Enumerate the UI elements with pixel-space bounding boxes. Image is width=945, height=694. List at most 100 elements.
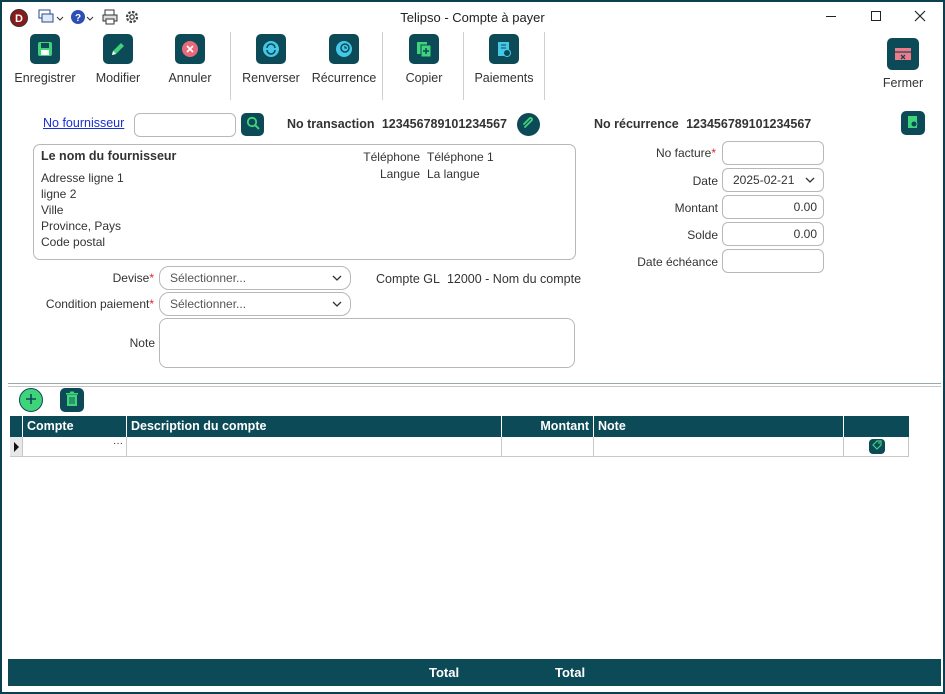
address-line: Ville xyxy=(41,203,64,217)
exit-icon xyxy=(887,38,919,70)
reverse-button[interactable]: Renverser xyxy=(236,34,306,85)
gl-account-value: 12000 - Nom du compte xyxy=(446,272,582,286)
supplier-address: Adresse ligne 1 ligne 2 Ville Province, … xyxy=(41,170,124,250)
recurrence-lookup-button[interactable] xyxy=(901,111,925,135)
transaction-number: No transaction 123456789101234567 xyxy=(287,117,507,131)
currency-placeholder: Sélectionner... xyxy=(170,271,247,285)
title-bar: D ? Telipso - Compte à payer xyxy=(2,2,943,32)
delete-row-button[interactable] xyxy=(60,388,84,412)
column-header-compte[interactable]: Compte xyxy=(23,416,127,437)
note-textarea[interactable] xyxy=(159,318,575,368)
address-line: Adresse ligne 1 xyxy=(41,171,124,185)
address-line: Code postal xyxy=(41,235,106,249)
close-form-button[interactable]: Fermer xyxy=(868,38,938,90)
close-window-button[interactable] xyxy=(897,2,943,32)
payments-label: Paiements xyxy=(474,71,534,85)
column-header-montant[interactable]: Montant xyxy=(502,416,594,437)
language-value: La langue xyxy=(427,167,480,181)
recurrence-icon xyxy=(329,34,359,64)
chevron-down-icon xyxy=(332,272,342,286)
edit-transaction-button[interactable] xyxy=(517,113,540,136)
required-marker: * xyxy=(711,146,716,160)
save-icon xyxy=(30,34,60,64)
column-header-description[interactable]: Description du compte xyxy=(127,416,502,437)
recurrence-label: No récurrence xyxy=(594,117,679,131)
recurrence-icon xyxy=(906,115,920,132)
payments-button[interactable]: Paiements xyxy=(469,34,539,85)
payment-condition-placeholder: Sélectionner... xyxy=(170,297,247,311)
chevron-down-icon xyxy=(805,174,815,188)
copy-icon xyxy=(409,34,439,64)
maximize-button[interactable] xyxy=(853,2,899,32)
payment-condition-select[interactable]: Sélectionner... xyxy=(159,292,351,316)
recurrence-value: 123456789101234567 xyxy=(686,117,812,131)
trash-icon xyxy=(65,391,79,410)
table-cell-note[interactable] xyxy=(594,437,844,457)
close-icon xyxy=(914,9,926,25)
gl-account-label: Compte GL xyxy=(376,272,440,286)
save-button[interactable]: Enregistrer xyxy=(10,34,80,85)
amount-input[interactable]: 0.00 xyxy=(722,195,824,219)
lookup-ellipsis-button[interactable]: ··· xyxy=(113,438,123,449)
copy-button[interactable]: Copier xyxy=(389,34,459,85)
edit-button[interactable]: Modifier xyxy=(83,34,153,85)
cancel-button[interactable]: Annuler xyxy=(155,34,225,85)
row-tag-button[interactable] xyxy=(869,439,885,454)
supplier-contact-labels: Téléphone Langue xyxy=(344,149,420,183)
cancel-label: Annuler xyxy=(168,71,212,85)
edit-label: Modifier xyxy=(95,71,141,85)
supplier-search-button[interactable] xyxy=(241,113,264,136)
app-window: D ? Telipso - Compte à payer Enregistrer… xyxy=(0,0,945,694)
reverse-icon xyxy=(256,34,286,64)
chevron-down-icon xyxy=(332,298,342,312)
search-icon xyxy=(246,116,260,133)
date-label: Date xyxy=(692,174,718,188)
tag-icon xyxy=(872,440,882,453)
date-picker[interactable]: 2025-02-21 xyxy=(722,168,824,192)
date-value: 2025-02-21 xyxy=(733,173,795,187)
transaction-value: 123456789101234567 xyxy=(381,117,507,131)
currency-label: Devise* xyxy=(112,271,154,285)
window-title: Telipso - Compte à payer xyxy=(400,10,545,25)
recurrence-button[interactable]: Récurrence xyxy=(309,34,379,85)
invoice-number-input[interactable] xyxy=(722,141,824,165)
supplier-number-link[interactable]: No fournisseur xyxy=(43,116,124,130)
table-cell-compte[interactable]: ··· xyxy=(23,437,127,457)
supplier-info-box: Le nom du fournisseur Adresse ligne 1 li… xyxy=(33,144,576,260)
total-note-label: Total xyxy=(555,665,586,680)
transaction-label: No transaction xyxy=(287,117,375,131)
plus-icon xyxy=(25,393,37,408)
paperclip-icon xyxy=(522,116,536,133)
table-row-indicator[interactable] xyxy=(10,437,23,457)
required-marker: * xyxy=(149,297,154,311)
due-date-label: Date échéance xyxy=(637,255,718,269)
column-header-note[interactable]: Note xyxy=(594,416,844,437)
minimize-button[interactable] xyxy=(808,2,854,32)
gl-account: Compte GL 12000 - Nom du compte xyxy=(376,272,581,286)
cancel-icon xyxy=(175,34,205,64)
maximize-icon xyxy=(870,9,882,25)
section-divider xyxy=(8,383,941,384)
column-header-actions xyxy=(844,416,909,437)
currency-select[interactable]: Sélectionner... xyxy=(159,266,351,290)
table-cell-montant[interactable] xyxy=(502,437,594,457)
section-divider xyxy=(8,386,941,387)
balance-input[interactable]: 0.00 xyxy=(722,222,824,246)
table-cell-description[interactable] xyxy=(127,437,502,457)
toolbar-separator xyxy=(382,32,383,100)
pencil-icon xyxy=(103,34,133,64)
invoice-number-label: No facture* xyxy=(655,146,716,160)
save-label: Enregistrer xyxy=(14,71,76,85)
payments-icon xyxy=(489,34,519,64)
minimize-icon xyxy=(825,9,837,25)
address-line: Province, Pays xyxy=(41,219,122,233)
supplier-number-input[interactable] xyxy=(134,113,236,137)
add-row-button[interactable] xyxy=(19,388,43,412)
required-marker: * xyxy=(149,271,154,285)
recurrence-number: No récurrence 123456789101234567 xyxy=(594,117,811,131)
toolbar-separator xyxy=(230,32,231,100)
totals-footer: Total Total xyxy=(8,659,941,686)
payment-condition-label: Condition paiement* xyxy=(45,297,154,311)
due-date-input[interactable] xyxy=(722,249,824,273)
language-label: Langue xyxy=(379,167,420,181)
